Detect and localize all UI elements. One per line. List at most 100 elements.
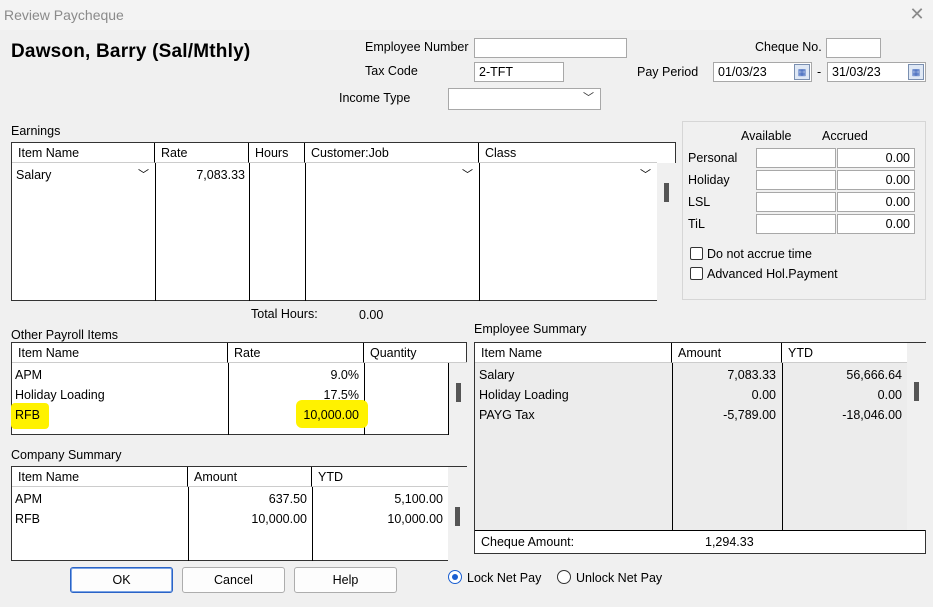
do-not-accrue-label: Do not accrue time bbox=[707, 247, 812, 261]
company-row-item: APM bbox=[15, 492, 43, 506]
employee-col-ytd: YTD bbox=[782, 343, 907, 363]
chevron-down-icon[interactable]: ﹀ bbox=[462, 166, 473, 182]
company-row-ytd: 5,100.00 bbox=[394, 492, 443, 506]
calendar-icon[interactable]: ▦ bbox=[908, 64, 924, 80]
leave-accrued-til[interactable]: 0.00 bbox=[837, 214, 915, 234]
earnings-label: Earnings bbox=[11, 124, 61, 138]
leave-accrued-lsl[interactable]: 0.00 bbox=[837, 192, 915, 212]
earnings-col-class: Class bbox=[479, 143, 657, 163]
employee-row-amount: -5,789.00 bbox=[723, 408, 776, 422]
column-divider bbox=[782, 363, 783, 530]
total-hours-label: Total Hours: bbox=[251, 307, 318, 321]
pay-period-label: Pay Period bbox=[637, 65, 699, 79]
chevron-down-icon: ﹀ bbox=[583, 92, 594, 104]
help-button[interactable]: Help bbox=[294, 567, 397, 593]
cheque-no-label: Cheque No. bbox=[755, 40, 822, 54]
unlock-net-pay-label: Unlock Net Pay bbox=[576, 571, 663, 585]
employee-summary-label: Employee Summary bbox=[474, 322, 587, 336]
scroll-thumb[interactable] bbox=[914, 382, 919, 401]
employee-row-amount: 7,083.33 bbox=[727, 368, 776, 382]
earnings-col-hours: Hours bbox=[249, 143, 305, 163]
other-payroll-table: Item Name Rate Quantity APM 9.0% Holiday… bbox=[11, 342, 468, 435]
employee-summary-scrollbar[interactable] bbox=[907, 343, 926, 530]
calendar-icon[interactable]: ▦ bbox=[794, 64, 810, 80]
employee-row-item: Holiday Loading bbox=[479, 388, 569, 402]
company-col-ytd: YTD bbox=[312, 467, 448, 487]
other-payroll-scrollbar[interactable] bbox=[448, 363, 468, 435]
pay-period-to-value: 31/03/23 bbox=[832, 65, 881, 79]
leave-available-holiday[interactable] bbox=[756, 170, 836, 190]
other-col-quantity: Quantity bbox=[364, 343, 467, 363]
window-title: Review Paycheque bbox=[4, 7, 124, 23]
company-summary-table: Item Name Amount YTD APM 637.50 5,100.00… bbox=[11, 466, 467, 561]
other-payroll-label: Other Payroll Items bbox=[11, 328, 118, 342]
earnings-col-rate: Rate bbox=[155, 143, 249, 163]
earnings-scrollbar[interactable] bbox=[657, 163, 676, 301]
employee-row-ytd: 56,666.64 bbox=[846, 368, 902, 382]
other-row-item[interactable]: APM bbox=[15, 368, 42, 382]
cheque-no-field[interactable] bbox=[826, 38, 881, 58]
tax-code-field[interactable]: 2-TFT bbox=[474, 62, 564, 82]
leave-available-til[interactable] bbox=[756, 214, 836, 234]
chevron-down-icon[interactable]: ﹀ bbox=[640, 166, 651, 182]
chevron-down-icon[interactable]: ﹀ bbox=[138, 166, 149, 182]
cancel-button[interactable]: Cancel bbox=[182, 567, 285, 593]
company-summary-scrollbar[interactable] bbox=[448, 467, 467, 561]
employee-row-ytd: -18,046.00 bbox=[842, 408, 902, 422]
cheque-amount-label: Cheque Amount: bbox=[481, 535, 575, 549]
pay-period-from-field[interactable]: 01/03/23 ▦ bbox=[713, 62, 812, 82]
employee-number-field[interactable] bbox=[474, 38, 627, 58]
earnings-row-rate[interactable]: 7,083.33 bbox=[159, 168, 245, 182]
pay-period-from-value: 01/03/23 bbox=[718, 65, 767, 79]
other-col-rate: Rate bbox=[228, 343, 364, 363]
scroll-thumb[interactable] bbox=[664, 183, 669, 202]
scroll-thumb[interactable] bbox=[455, 507, 460, 526]
company-col-amount: Amount bbox=[188, 467, 312, 487]
do-not-accrue-checkbox[interactable] bbox=[690, 247, 703, 260]
advanced-hol-payment-checkbox[interactable] bbox=[690, 267, 703, 280]
leave-accrued-personal[interactable]: 0.00 bbox=[837, 148, 915, 168]
column-divider bbox=[228, 363, 229, 435]
employee-row-amount: 0.00 bbox=[751, 388, 776, 402]
leave-accrued-holiday[interactable]: 0.00 bbox=[837, 170, 915, 190]
scroll-thumb[interactable] bbox=[456, 383, 461, 402]
earnings-row-item[interactable]: Salary bbox=[16, 168, 51, 182]
review-paycheque-window: Review Paycheque ✕ Dawson, Barry (Sal/Mt… bbox=[0, 0, 933, 607]
employee-name: Dawson, Barry (Sal/Mthly) bbox=[11, 41, 251, 62]
earnings-table: Item Name Rate Hours Customer:Job Class … bbox=[11, 142, 676, 301]
column-divider bbox=[249, 163, 250, 301]
employee-col-item: Item Name bbox=[475, 343, 672, 363]
other-col-item: Item Name bbox=[12, 343, 228, 363]
column-divider bbox=[155, 163, 156, 301]
column-divider bbox=[479, 163, 480, 301]
other-row-rate[interactable]: 10,000.00 bbox=[232, 408, 359, 422]
unlock-net-pay-radio[interactable] bbox=[557, 570, 571, 584]
employee-col-amount: Amount bbox=[672, 343, 782, 363]
available-header: Available bbox=[741, 129, 792, 143]
pay-period-to-field[interactable]: 31/03/23 ▦ bbox=[827, 62, 926, 82]
company-summary-label: Company Summary bbox=[11, 448, 122, 462]
accrued-header: Accrued bbox=[822, 129, 868, 143]
earnings-col-customer-job: Customer:Job bbox=[305, 143, 479, 163]
close-icon[interactable]: ✕ bbox=[906, 3, 928, 25]
lock-net-pay-radio[interactable] bbox=[448, 570, 462, 584]
total-hours-value: 0.00 bbox=[359, 308, 384, 322]
column-divider bbox=[305, 163, 306, 301]
employee-row-ytd: 0.00 bbox=[877, 388, 902, 402]
income-type-select[interactable]: ﹀ bbox=[448, 88, 601, 110]
leave-available-personal[interactable] bbox=[756, 148, 836, 168]
leave-name-lsl: LSL bbox=[688, 195, 711, 209]
leave-name-til: TiL bbox=[688, 217, 705, 231]
column-divider bbox=[312, 487, 313, 561]
employee-row-item: Salary bbox=[479, 368, 515, 382]
column-divider bbox=[188, 487, 189, 561]
other-row-item[interactable]: RFB bbox=[15, 408, 40, 422]
leave-available-lsl[interactable] bbox=[756, 192, 836, 212]
company-col-item: Item Name bbox=[12, 467, 188, 487]
other-row-item[interactable]: Holiday Loading bbox=[15, 388, 105, 402]
other-row-rate[interactable]: 9.0% bbox=[232, 368, 360, 382]
title-bar bbox=[0, 0, 933, 30]
company-row-amount: 10,000.00 bbox=[251, 512, 307, 526]
lock-net-pay-label: Lock Net Pay bbox=[467, 571, 542, 585]
ok-button[interactable]: OK bbox=[70, 567, 173, 593]
